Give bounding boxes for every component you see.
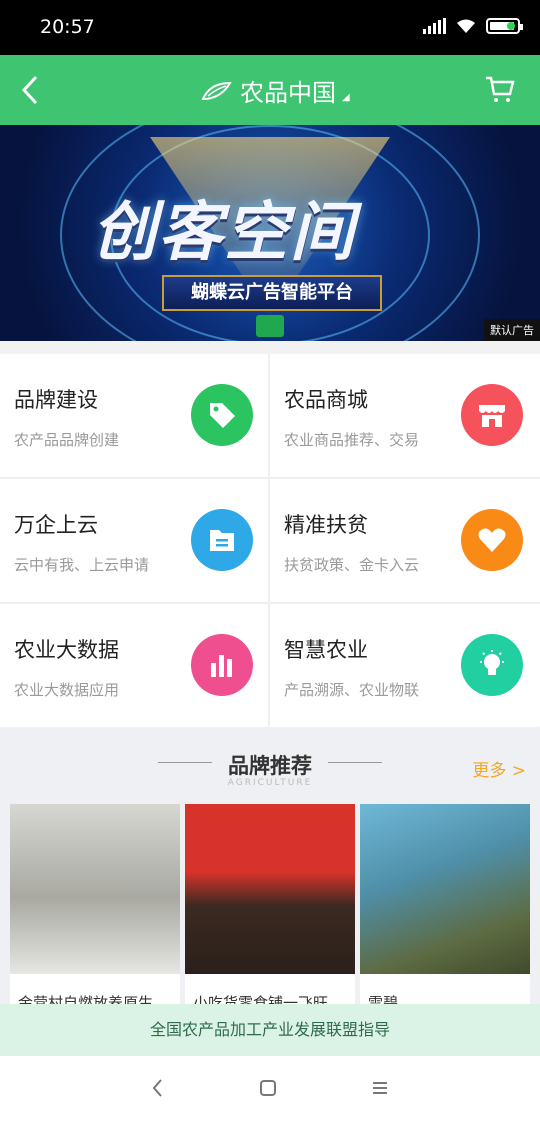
banner-subtitle: 蝴蝶云广告智能平台	[162, 275, 382, 311]
product-image	[185, 804, 355, 974]
banner-headline: 创客空间	[92, 196, 356, 270]
grid-item-bigdata[interactable]: 农业大数据 农业大数据应用	[0, 604, 269, 727]
section-title: 品牌推荐 AGRICULTURE	[0, 750, 540, 788]
store-icon	[461, 384, 523, 446]
system-nav-bar	[0, 1056, 540, 1122]
footer-banner: 全国农产品加工产业发展联盟指导	[0, 1004, 540, 1056]
folder-icon	[191, 509, 253, 571]
grid-item-desc: 产品溯源、农业物联	[284, 681, 420, 699]
status-time: 20:57	[40, 16, 95, 38]
wifi-icon	[457, 19, 475, 33]
lightbulb-icon	[461, 634, 523, 696]
nav-menu-icon[interactable]	[368, 1076, 392, 1100]
section-title-text: 品牌推荐	[228, 754, 312, 778]
grid-item-desc: 农业大数据应用	[14, 681, 120, 699]
status-icons	[423, 18, 523, 34]
ad-tag: 默认广告	[484, 319, 540, 341]
banner-logo-icon	[256, 315, 284, 337]
grid-item-brand[interactable]: 品牌建设 农产品品牌创建	[0, 354, 269, 477]
section-subtitle: AGRICULTURE	[227, 778, 313, 788]
heart-icon	[461, 509, 523, 571]
cart-icon[interactable]	[484, 73, 516, 105]
header-title-wrap[interactable]: 农品中国 ◢	[200, 73, 350, 108]
dropdown-caret-icon: ◢	[342, 92, 350, 103]
nav-home-icon[interactable]	[256, 1076, 280, 1100]
more-link[interactable]: 更多 >	[472, 756, 526, 781]
product-card[interactable]: 雪碧	[360, 804, 530, 1014]
page-title: 农品中国	[240, 79, 336, 107]
grid-item-name: 万企上云	[14, 513, 98, 537]
battery-icon	[486, 18, 523, 34]
app-header: 农品中国 ◢	[0, 55, 540, 125]
feature-grid: 品牌建设 农产品品牌创建 农品商城 农业商品推荐、交易 万企上云 云中有我、上云…	[0, 354, 540, 727]
promo-banner[interactable]: 创客空间 蝴蝶云广告智能平台 默认广告	[0, 125, 540, 341]
grid-item-desc: 农业商品推荐、交易	[284, 431, 420, 449]
product-image	[10, 804, 180, 974]
tag-icon	[191, 384, 253, 446]
signal-icon	[423, 18, 446, 34]
brand-recommend-section: 品牌推荐 AGRICULTURE 更多 > 金营村自燃放养原生 小吃货零食铺一飞…	[0, 728, 540, 1028]
grid-item-smart[interactable]: 智慧农业 产品溯源、农业物联	[270, 604, 539, 727]
grid-item-desc: 扶贫政策、金卡入云	[284, 556, 420, 574]
product-card[interactable]: 金营村自燃放养原生	[10, 804, 180, 1014]
grid-item-name: 农品商城	[284, 388, 368, 412]
grid-item-desc: 云中有我、上云申请	[14, 556, 150, 574]
back-icon[interactable]	[16, 71, 46, 109]
grid-item-name: 农业大数据	[14, 638, 119, 662]
product-card[interactable]: 小吃货零食铺一飞旺	[185, 804, 355, 1014]
grid-item-mall[interactable]: 农品商城 农业商品推荐、交易	[270, 354, 539, 477]
status-bar: 20:57	[0, 0, 540, 55]
grid-item-desc: 农产品品牌创建	[14, 431, 120, 449]
nav-back-icon[interactable]	[146, 1076, 170, 1100]
grid-item-name: 智慧农业	[284, 638, 368, 662]
product-image	[360, 804, 530, 974]
grid-item-cloud[interactable]: 万企上云 云中有我、上云申请	[0, 479, 269, 602]
grid-item-poverty[interactable]: 精准扶贫 扶贫政策、金卡入云	[270, 479, 539, 602]
bar-chart-icon	[191, 634, 253, 696]
grid-item-name: 精准扶贫	[284, 513, 368, 537]
leaf-logo-icon	[201, 81, 232, 100]
grid-item-name: 品牌建设	[14, 388, 98, 412]
